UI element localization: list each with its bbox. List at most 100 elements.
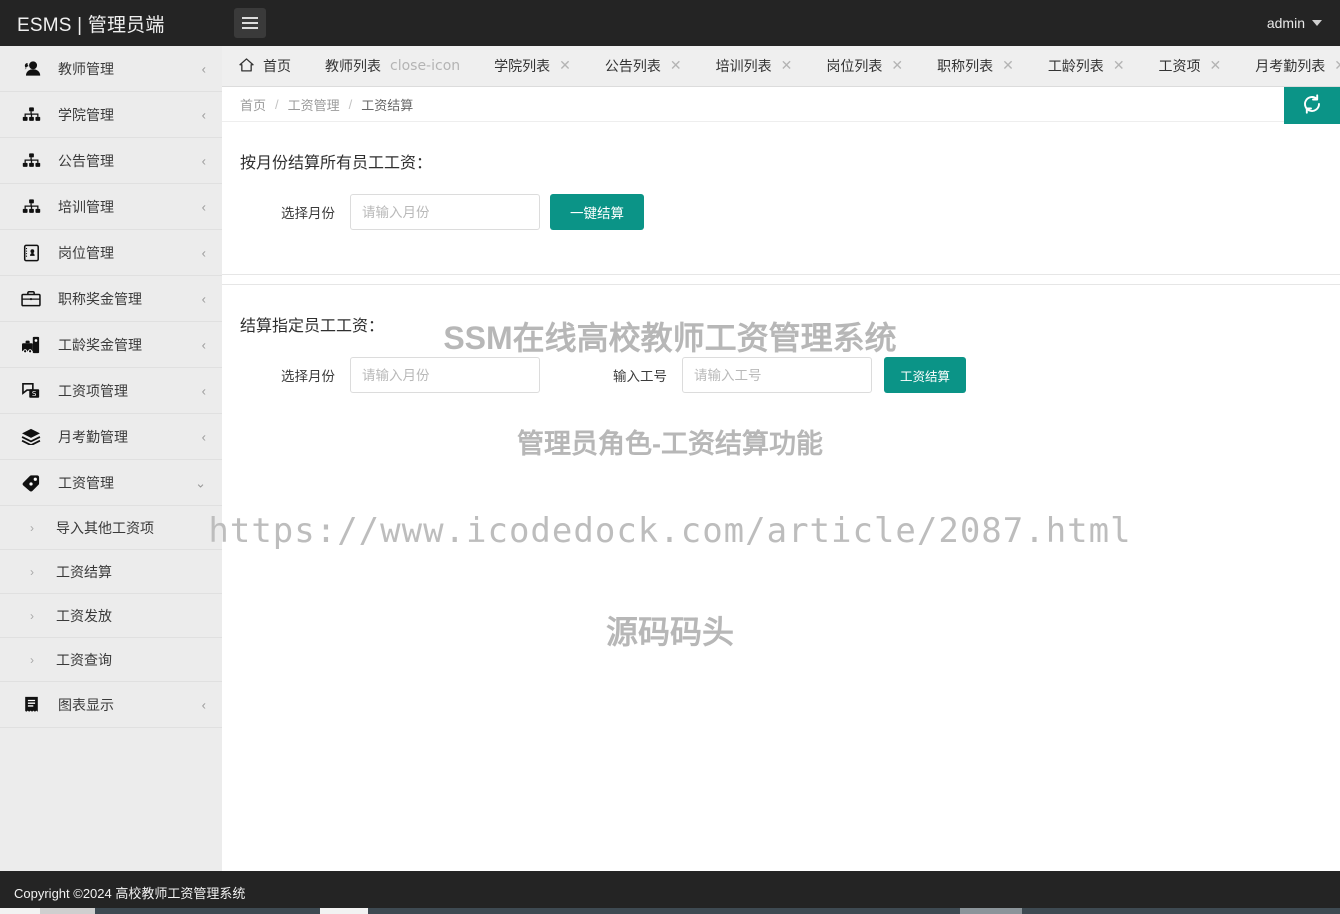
sidebar-item-label: 学院管理 xyxy=(58,106,114,123)
tab-label: 月考勤列表 xyxy=(1255,58,1326,74)
chevron-left-icon: ‹ xyxy=(201,199,206,214)
strip-segment xyxy=(40,908,95,914)
tab-label: 培训列表 xyxy=(715,58,772,74)
sidebar-item-teacher[interactable]: 教师管理 ‹ xyxy=(0,46,222,92)
hamburger-icon-line xyxy=(241,22,258,24)
tab-title-list[interactable]: 职称列表 ✕ xyxy=(920,46,1031,86)
breadcrumb-item-current: 工资结算 xyxy=(361,97,414,113)
money-note-icon: S xyxy=(16,382,46,400)
sidebar-item-label: 月考勤管理 xyxy=(58,428,128,445)
tab-salary-item[interactable]: 工资项 ✕ xyxy=(1142,46,1239,86)
sidebar-subitem-salary-payout[interactable]: › 工资发放 xyxy=(0,594,222,638)
close-icon[interactable]: ✕ xyxy=(559,59,571,73)
chevron-left-icon: ‹ xyxy=(201,61,206,76)
section-settle-all: 按月份结算所有员工工资： 选择月份 一键结算 xyxy=(222,122,1340,274)
sidebar-subitem-label: 工资结算 xyxy=(56,563,112,580)
sidebar-item-training[interactable]: 培训管理 ‹ xyxy=(0,184,222,230)
strip-segment xyxy=(960,908,1022,914)
settle-single-button[interactable]: 工资结算 xyxy=(884,357,967,393)
sidebar-item-label: 教师管理 xyxy=(58,60,114,77)
tab-attendance-list[interactable]: 月考勤列表 ✕ xyxy=(1238,46,1340,86)
sidebar-item-seniority-bonus[interactable]: 工龄奖金管理 ‹ xyxy=(0,322,222,368)
sidebar-item-label: 岗位管理 xyxy=(58,244,114,261)
close-icon[interactable]: close-icon xyxy=(390,59,460,73)
tab-position-list[interactable]: 岗位列表 ✕ xyxy=(809,46,920,86)
chevron-down-icon: ⌄ xyxy=(195,475,206,490)
tab-bar: 首页 教师列表 close-icon 学院列表 ✕ 公告列表 ✕ 培训列表 ✕ … xyxy=(222,46,1340,87)
sidebar-item-label: 工资管理 xyxy=(58,474,114,491)
sidebar-subitem-import-other[interactable]: › 导入其他工资项 xyxy=(0,506,222,550)
strip-segment xyxy=(320,908,368,914)
close-icon[interactable]: ✕ xyxy=(891,59,903,73)
briefcase-icon xyxy=(16,290,46,307)
month-input[interactable] xyxy=(350,194,540,230)
home-icon xyxy=(239,57,254,75)
tags-icon xyxy=(16,474,46,492)
sidebar-item-chart-display[interactable]: 图表显示 ‹ xyxy=(0,682,222,728)
close-icon[interactable]: ✕ xyxy=(1334,59,1340,73)
tab-seniority-list[interactable]: 工龄列表 ✕ xyxy=(1031,46,1142,86)
settle-all-form: 选择月份 一键结算 xyxy=(222,194,1340,230)
settle-all-button[interactable]: 一键结算 xyxy=(550,194,644,230)
tab-label: 学院列表 xyxy=(494,58,551,74)
top-bar: ESMS | 管理员端 admin xyxy=(0,0,1340,46)
user-name-label: admin xyxy=(1266,15,1305,31)
chevron-down-icon xyxy=(1312,20,1322,26)
sidebar-subitem-label: 导入其他工资项 xyxy=(56,519,154,536)
sidebar-item-position[interactable]: 岗位管理 ‹ xyxy=(0,230,222,276)
refresh-button[interactable] xyxy=(1284,87,1340,124)
sitemap-icon xyxy=(16,198,46,215)
users-icon xyxy=(16,60,46,77)
tab-label: 岗位列表 xyxy=(826,58,883,74)
close-icon[interactable]: ✕ xyxy=(1002,59,1014,73)
chevron-left-icon: ‹ xyxy=(201,429,206,444)
chevron-right-icon: › xyxy=(30,652,34,667)
close-icon[interactable]: ✕ xyxy=(670,59,682,73)
strip-segment xyxy=(95,908,320,914)
sidebar-toggle-button[interactable] xyxy=(233,8,266,38)
chevron-left-icon: ‹ xyxy=(201,291,206,306)
breadcrumb-item-home[interactable]: 首页 xyxy=(240,95,266,114)
tab-home[interactable]: 首页 xyxy=(222,46,308,86)
breadcrumb-separator: / xyxy=(348,96,353,112)
layers-icon xyxy=(16,428,46,445)
breadcrumb: 首页 / 工资管理 / 工资结算 xyxy=(222,87,1340,124)
sitemap-icon xyxy=(16,106,46,123)
sidebar-item-notice[interactable]: 公告管理 ‹ xyxy=(0,138,222,184)
chevron-left-icon: ‹ xyxy=(201,245,206,260)
sidebar-item-title-bonus[interactable]: 职称奖金管理 ‹ xyxy=(0,276,222,322)
close-icon[interactable]: ✕ xyxy=(1210,59,1222,73)
sidebar-subitem-salary-settle[interactable]: › 工资结算 xyxy=(0,550,222,594)
close-icon[interactable]: ✕ xyxy=(781,59,793,73)
chevron-right-icon: › xyxy=(30,608,34,623)
chevron-left-icon: ‹ xyxy=(201,697,206,712)
chevron-right-icon: › xyxy=(30,520,34,535)
toolbox-icon xyxy=(16,336,46,354)
user-menu[interactable]: admin xyxy=(1267,15,1340,31)
sidebar-item-salary-mgmt[interactable]: 工资管理 ⌄ xyxy=(0,460,222,506)
sidebar-item-label: 工龄奖金管理 xyxy=(58,336,142,353)
breadcrumb-separator: / xyxy=(275,96,279,112)
chart-list-icon xyxy=(16,696,46,714)
sidebar-item-college[interactable]: 学院管理 ‹ xyxy=(0,92,222,138)
divider-gap xyxy=(222,275,1340,284)
close-icon[interactable]: ✕ xyxy=(1113,59,1125,73)
section-title: 按月份结算所有员工工资： xyxy=(240,155,433,172)
sidebar-subitem-salary-query[interactable]: › 工资查询 xyxy=(0,638,222,682)
tab-label: 工龄列表 xyxy=(1047,58,1104,74)
sidebar-item-salary-item[interactable]: S 工资项管理 ‹ xyxy=(0,368,222,414)
breadcrumb-item-salary-mgmt[interactable]: 工资管理 xyxy=(288,95,340,114)
month-input[interactable] xyxy=(350,357,540,393)
sidebar-subitem-label: 工资查询 xyxy=(56,651,112,668)
chevron-left-icon: ‹ xyxy=(201,107,206,122)
tab-label: 教师列表 xyxy=(325,58,381,74)
tab-college-list[interactable]: 学院列表 ✕ xyxy=(477,46,588,86)
tab-teacher-list[interactable]: 教师列表 close-icon xyxy=(308,46,477,86)
tab-notice-list[interactable]: 公告列表 ✕ xyxy=(588,46,699,86)
sidebar-item-attendance[interactable]: 月考勤管理 ‹ xyxy=(0,414,222,460)
tab-training-list[interactable]: 培训列表 ✕ xyxy=(699,46,810,86)
tab-label: 首页 xyxy=(263,58,291,74)
sidebar-item-label: 公告管理 xyxy=(58,152,114,169)
employee-no-input[interactable] xyxy=(682,357,872,393)
